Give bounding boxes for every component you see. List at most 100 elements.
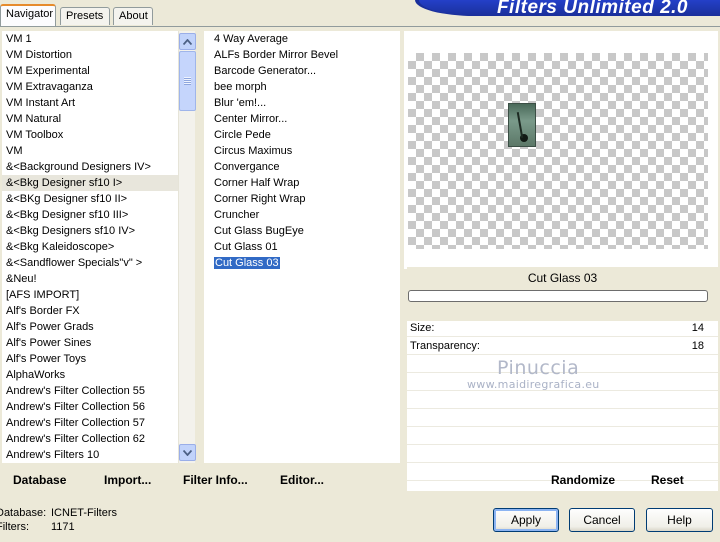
category-item[interactable]: &<Bkg Designers sf10 IV> xyxy=(2,223,178,239)
param-row-empty xyxy=(407,393,718,409)
param-label: Transparency: xyxy=(410,340,480,352)
category-item[interactable]: &Neu! xyxy=(2,271,178,287)
category-item-label: &Neu! xyxy=(6,273,37,285)
filter-item[interactable]: Cut Glass BugEye xyxy=(204,223,400,239)
filter-item-label: Circle Pede xyxy=(214,129,271,141)
category-item-label: &<BKg Designer sf10 II> xyxy=(6,193,128,205)
category-item-label: VM Toolbox xyxy=(6,129,64,141)
watermark-url: www.maidiregrafica.eu xyxy=(467,378,600,391)
help-button[interactable]: Help xyxy=(646,508,713,532)
filter-item[interactable]: Convergance xyxy=(204,159,400,175)
param-row-empty xyxy=(407,447,718,463)
category-item[interactable]: Andrew's Filter Collection 62 xyxy=(2,431,178,447)
filter-item[interactable]: Cut Glass 03 xyxy=(204,255,400,271)
cancel-button[interactable]: Cancel xyxy=(569,508,635,532)
preview-image xyxy=(508,103,536,147)
category-item[interactable]: VM Instant Art xyxy=(2,95,178,111)
category-item-label: Alf's Power Grads xyxy=(6,321,94,333)
database-value: ICNET-Filters xyxy=(51,507,117,519)
filter-item[interactable]: ALFs Border Mirror Bevel xyxy=(204,47,400,63)
filter-item-label: Cut Glass BugEye xyxy=(214,225,304,237)
tab-navigator[interactable]: Navigator xyxy=(0,4,56,26)
filter-item[interactable]: Corner Right Wrap xyxy=(204,191,400,207)
category-item-label: VM xyxy=(6,145,23,157)
filter-item[interactable]: Corner Half Wrap xyxy=(204,175,400,191)
tab-presets[interactable]: Presets xyxy=(60,7,110,25)
category-item[interactable]: Alf's Power Toys xyxy=(2,351,178,367)
category-item-label: Andrew's Filter Collection 55 xyxy=(6,385,146,397)
filter-item[interactable]: Blur 'em!... xyxy=(204,95,400,111)
category-item[interactable]: Andrew's Filter Collection 56 xyxy=(2,399,178,415)
category-item[interactable]: VM Distortion xyxy=(2,47,178,63)
category-item[interactable]: AlphaWorks xyxy=(2,367,178,383)
header-banner: Filters Unlimited 2.0 xyxy=(415,0,720,16)
filter-item[interactable]: Circus Maximus xyxy=(204,143,400,159)
import-button[interactable]: Import... xyxy=(104,473,151,487)
category-item[interactable]: &<Background Designers IV> xyxy=(2,159,178,175)
filter-item[interactable]: Barcode Generator... xyxy=(204,63,400,79)
category-item[interactable]: Andrew's Filter Collection 57 xyxy=(2,415,178,431)
filter-info-button[interactable]: Filter Info... xyxy=(183,473,248,487)
filter-item[interactable]: Cruncher xyxy=(204,207,400,223)
param-slider[interactable] xyxy=(483,324,633,334)
scroll-up-button[interactable] xyxy=(179,33,196,50)
param-label: Size: xyxy=(410,322,435,334)
filter-item[interactable]: Center Mirror... xyxy=(204,111,400,127)
category-item[interactable]: [AFS IMPORT] xyxy=(2,287,178,303)
grip-icon xyxy=(184,77,191,85)
scroll-down-button[interactable] xyxy=(179,444,196,461)
param-value: 14 xyxy=(691,322,704,334)
filter-item-label: Barcode Generator... xyxy=(214,65,317,77)
filter-item[interactable]: bee morph xyxy=(204,79,400,95)
tab-about[interactable]: About xyxy=(113,7,153,25)
filter-item-label: Convergance xyxy=(214,161,280,173)
category-item-label: &<Bkg Kaleidoscope> xyxy=(6,241,115,253)
category-item[interactable]: &<Sandflower Specials"v" > xyxy=(2,255,178,271)
database-button[interactable]: Database xyxy=(13,473,66,487)
category-item[interactable]: VM xyxy=(2,143,178,159)
category-item[interactable]: &<Bkg Designer sf10 III> xyxy=(2,207,178,223)
param-row-empty xyxy=(407,411,718,427)
filter-item-label: 4 Way Average xyxy=(214,33,288,45)
reset-button[interactable]: Reset xyxy=(651,473,684,487)
category-item[interactable]: Alf's Power Grads xyxy=(2,319,178,335)
category-item-label: Andrew's Filter Collection 57 xyxy=(6,417,146,429)
progress-bar xyxy=(408,290,708,302)
filter-item-label: Corner Half Wrap xyxy=(214,177,300,189)
category-item[interactable]: Andrew's Filters 10 xyxy=(2,447,178,463)
filter-item-label: ALFs Border Mirror Bevel xyxy=(214,49,339,61)
category-item-label: &<Background Designers IV> xyxy=(6,161,151,173)
category-item[interactable]: &<BKg Designer sf10 II> xyxy=(2,191,178,207)
category-item-label: Alf's Power Toys xyxy=(6,353,87,365)
category-item[interactable]: Andrew's Filter Collection 55 xyxy=(2,383,178,399)
filter-item-label: Blur 'em!... xyxy=(214,97,267,109)
category-scrollbar[interactable] xyxy=(178,31,196,463)
filter-item[interactable]: Circle Pede xyxy=(204,127,400,143)
param-slider[interactable] xyxy=(483,342,633,352)
category-item[interactable]: Alf's Border FX xyxy=(2,303,178,319)
preview-area xyxy=(404,31,718,269)
category-item[interactable]: Alf's Power Sines xyxy=(2,335,178,351)
category-item-label: VM Experimental xyxy=(6,65,90,77)
category-item[interactable]: VM Extravaganza xyxy=(2,79,178,95)
category-item[interactable]: VM Experimental xyxy=(2,63,178,79)
apply-button[interactable]: Apply xyxy=(493,508,559,532)
randomize-button[interactable]: Randomize xyxy=(551,473,615,487)
filter-list[interactable]: 4 Way Average ALFs Border Mirror Bevel Bar… xyxy=(204,31,400,463)
category-item[interactable]: VM Natural xyxy=(2,111,178,127)
preview-canvas[interactable] xyxy=(408,53,708,249)
category-item-label: &<Bkg Designer sf10 I> xyxy=(6,177,123,189)
category-item[interactable]: &<Bkg Kaleidoscope> xyxy=(2,239,178,255)
category-item-label: VM Extravaganza xyxy=(6,81,93,93)
category-item[interactable]: &<Bkg Designer sf10 I> xyxy=(2,175,178,191)
editor-button[interactable]: Editor... xyxy=(280,473,324,487)
filter-item-label: Cut Glass 01 xyxy=(214,241,278,253)
scroll-thumb[interactable] xyxy=(179,51,196,111)
filters-count: 1171 xyxy=(51,521,75,533)
filter-item[interactable]: 4 Way Average xyxy=(204,31,400,47)
category-item[interactable]: VM 1 xyxy=(2,31,178,47)
filter-item[interactable]: Cut Glass 01 xyxy=(204,239,400,255)
category-list[interactable]: VM 1 VM Distortion VM Experimental VM Extra… xyxy=(2,31,178,463)
watermark-name: Pinuccia xyxy=(497,357,580,379)
category-item[interactable]: VM Toolbox xyxy=(2,127,178,143)
